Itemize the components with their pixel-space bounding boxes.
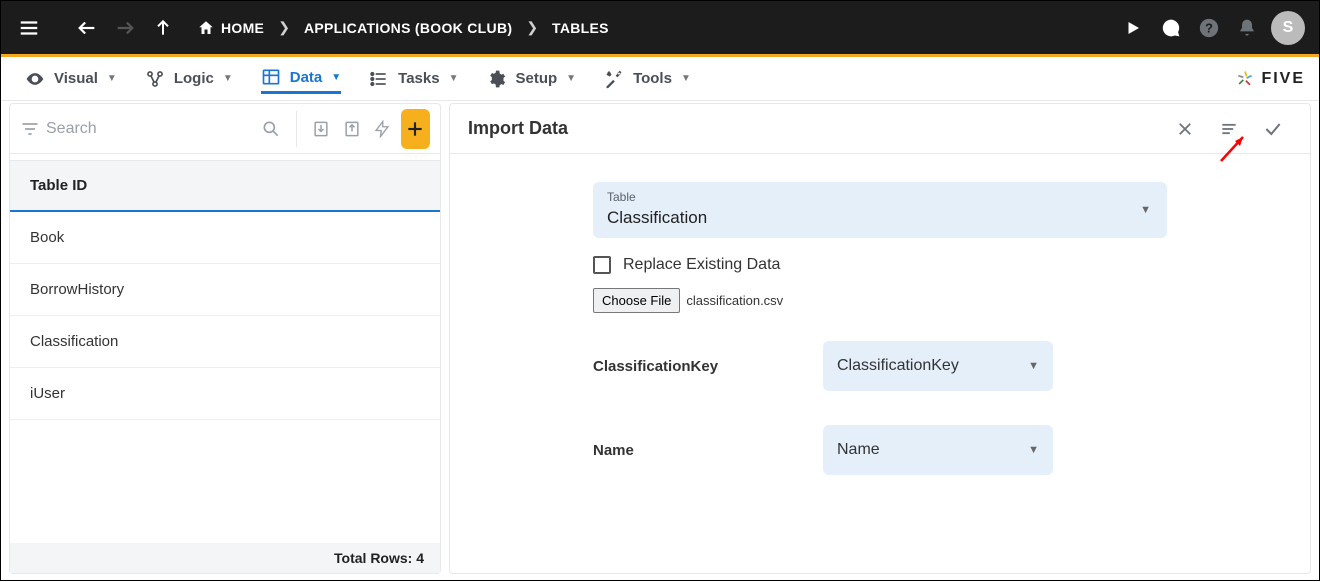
main: Table ID Book BorrowHistory Classificati… — [1, 103, 1319, 582]
dropdown-icon: ▼ — [566, 73, 576, 84]
checkbox-icon[interactable] — [593, 256, 611, 274]
tab-tools[interactable]: Tools ▼ — [604, 65, 691, 93]
nav-tabs: Visual ▼ Logic ▼ Data ▼ Tasks ▼ Setup ▼ Tools… — [1, 57, 1319, 101]
choose-file-button[interactable]: Choose File — [593, 288, 680, 313]
topbar: HOME ❯ APPLICATIONS (BOOK CLUB) ❯ TABLES… — [1, 1, 1319, 54]
dropdown-icon: ▼ — [449, 73, 459, 84]
breadcrumb-home[interactable]: HOME — [197, 19, 264, 37]
tools-icon — [604, 69, 624, 89]
logic-icon — [145, 69, 165, 89]
play-icon[interactable] — [1119, 14, 1147, 42]
chevron-down-icon: ▼ — [1028, 360, 1039, 372]
dropdown-icon: ▼ — [681, 73, 691, 84]
replace-label: Replace Existing Data — [623, 256, 780, 274]
avatar[interactable]: S — [1271, 11, 1305, 45]
table-icon — [261, 67, 281, 87]
right-panel-header: Import Data — [450, 104, 1310, 154]
mapping-select[interactable]: Name ▼ — [823, 425, 1053, 475]
tasks-icon — [369, 69, 389, 89]
close-icon[interactable] — [1166, 110, 1204, 148]
file-name: classification.csv — [686, 293, 783, 308]
dropdown-icon: ▼ — [107, 73, 117, 84]
avatar-initial: S — [1283, 19, 1294, 37]
download-icon[interactable] — [309, 112, 334, 146]
search-icon[interactable] — [259, 112, 284, 146]
gear-icon — [486, 69, 506, 89]
left-panel-footer: Total Rows: 4 — [10, 543, 440, 573]
breadcrumb-home-label: HOME — [221, 20, 264, 36]
mapping-row: ClassificationKey ClassificationKey ▼ — [593, 341, 1167, 391]
tab-setup-label: Setup — [515, 70, 557, 87]
chat-icon[interactable] — [1157, 14, 1185, 42]
upload-icon[interactable] — [339, 112, 364, 146]
tab-data-label: Data — [290, 69, 323, 86]
forward-icon — [111, 14, 139, 42]
chevron-down-icon: ▼ — [1028, 444, 1039, 456]
file-row: Choose File classification.csv — [593, 288, 1167, 313]
list-item[interactable]: Classification — [10, 316, 440, 368]
column-header[interactable]: Table ID — [10, 160, 440, 212]
replace-checkbox-row[interactable]: Replace Existing Data — [593, 256, 1167, 274]
left-panel-toolbar — [10, 104, 440, 154]
left-panel: Table ID Book BorrowHistory Classificati… — [9, 103, 441, 574]
mapping-select-value: ClassificationKey — [837, 357, 1039, 375]
up-icon[interactable] — [149, 14, 177, 42]
dropdown-icon: ▼ — [223, 73, 233, 84]
brand-label: FIVE — [1261, 70, 1305, 88]
chevron-down-icon: ▼ — [1140, 204, 1151, 216]
dropdown-icon: ▼ — [331, 72, 341, 83]
menu-icon[interactable] — [15, 14, 43, 42]
bell-icon[interactable] — [1233, 14, 1261, 42]
list-item[interactable]: iUser — [10, 368, 440, 420]
home-icon — [197, 19, 215, 37]
tab-tasks-label: Tasks — [398, 70, 439, 87]
eye-icon — [25, 69, 45, 89]
tab-visual[interactable]: Visual ▼ — [25, 65, 117, 93]
mapping-field-label: Name — [593, 442, 823, 459]
lightning-icon[interactable] — [370, 112, 395, 146]
page-title: Import Data — [468, 118, 568, 139]
tab-tasks[interactable]: Tasks ▼ — [369, 65, 458, 93]
mapping-select-value: Name — [837, 441, 1039, 459]
filter-icon[interactable] — [20, 119, 40, 139]
breadcrumb-app[interactable]: APPLICATIONS (BOOK CLUB) — [304, 20, 512, 36]
brand: FIVE — [1235, 69, 1305, 89]
list-item[interactable]: Book — [10, 212, 440, 264]
back-icon[interactable] — [73, 14, 101, 42]
right-panel: Import Data Table Classification ▼ — [449, 103, 1311, 574]
breadcrumb: HOME ❯ APPLICATIONS (BOOK CLUB) ❯ TABLES — [197, 19, 609, 37]
svg-text:?: ? — [1205, 20, 1213, 35]
table-select-label: Table — [607, 190, 1153, 204]
list-item[interactable]: BorrowHistory — [10, 264, 440, 316]
breadcrumb-tables[interactable]: TABLES — [552, 20, 609, 36]
tab-logic-label: Logic — [174, 70, 214, 87]
brand-logo-icon — [1235, 69, 1255, 89]
form-body: Table Classification ▼ Replace Existing … — [450, 154, 1310, 509]
mapping-row: Name Name ▼ — [593, 425, 1167, 475]
list-icon[interactable] — [1210, 110, 1248, 148]
search-input[interactable] — [46, 120, 253, 138]
chevron-right-icon: ❯ — [526, 19, 538, 36]
tab-setup[interactable]: Setup ▼ — [486, 65, 576, 93]
help-icon[interactable]: ? — [1195, 14, 1223, 42]
mapping-field-label: ClassificationKey — [593, 358, 823, 375]
tab-tools-label: Tools — [633, 70, 672, 87]
tab-visual-label: Visual — [54, 70, 98, 87]
tab-logic[interactable]: Logic ▼ — [145, 65, 233, 93]
table-list: Book BorrowHistory Classification iUser — [10, 212, 440, 543]
table-select-value: Classification — [607, 208, 1153, 228]
confirm-icon[interactable] — [1254, 110, 1292, 148]
tab-data[interactable]: Data ▼ — [261, 63, 341, 94]
add-button[interactable] — [401, 109, 430, 149]
mapping-select[interactable]: ClassificationKey ▼ — [823, 341, 1053, 391]
chevron-right-icon: ❯ — [278, 19, 290, 36]
table-select[interactable]: Table Classification ▼ — [593, 182, 1167, 238]
